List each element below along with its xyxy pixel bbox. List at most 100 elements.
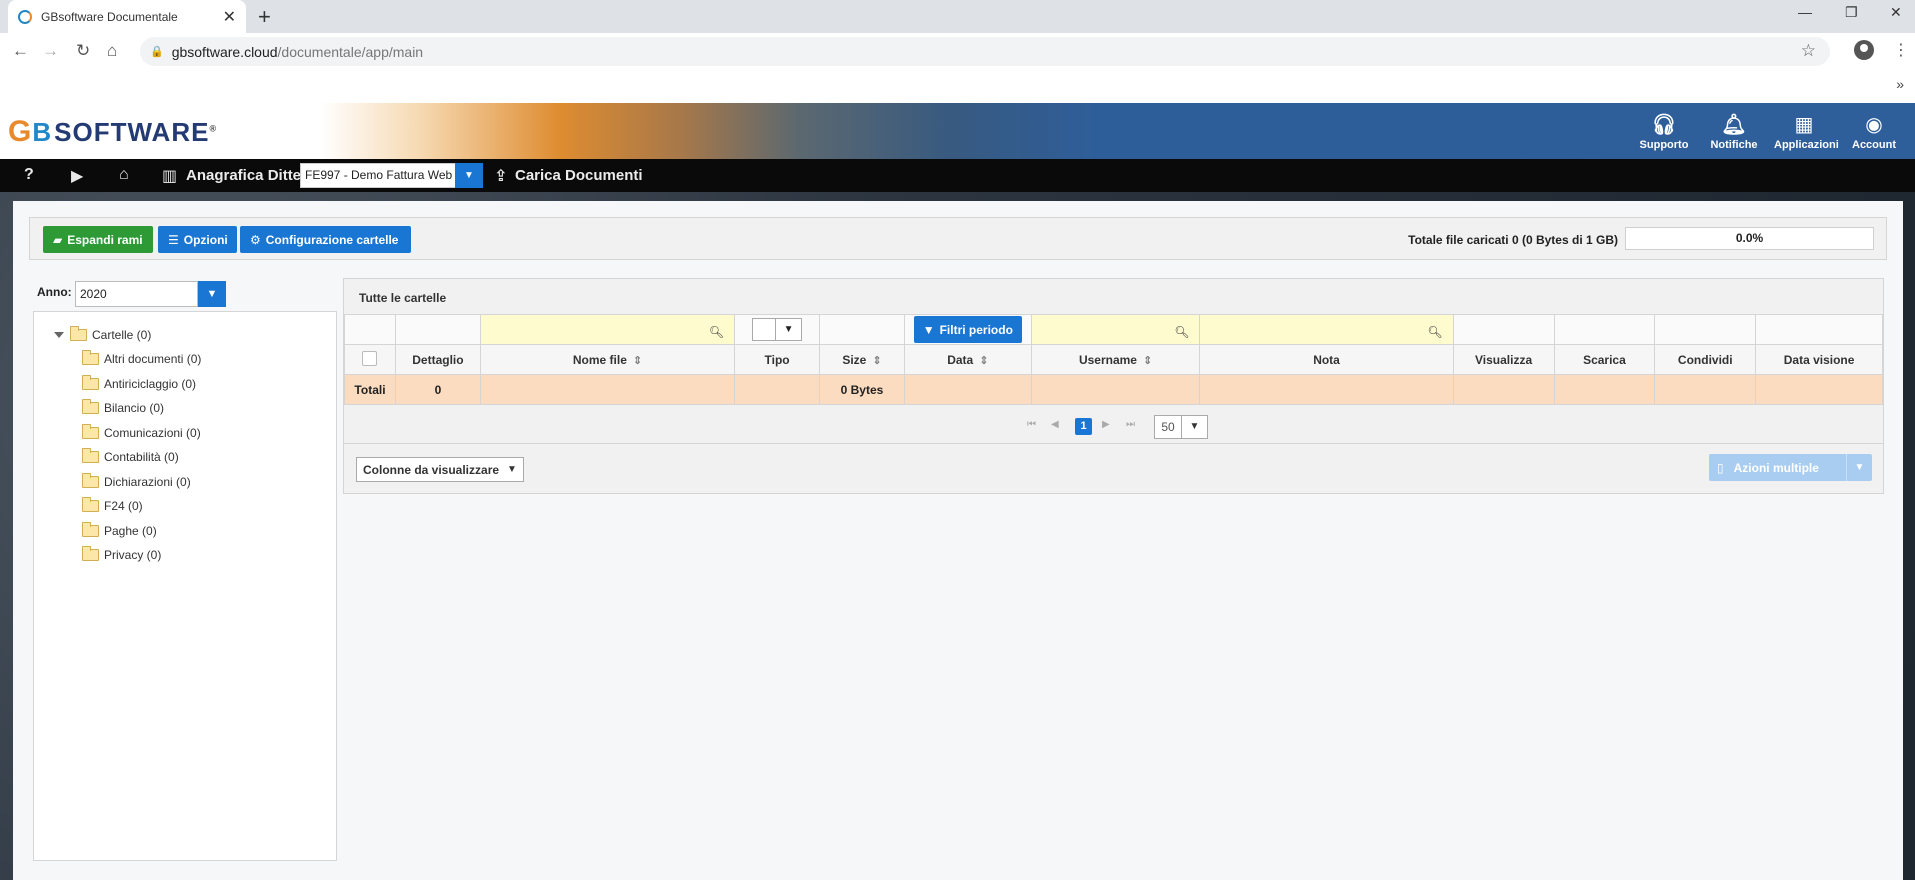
filtri-periodo-label: Filtri periodo xyxy=(939,322,1013,337)
tree-item-label: Privacy (0) xyxy=(104,548,162,562)
nome-file-filter[interactable]: 🔍︎ xyxy=(479,314,736,345)
page-size-select[interactable]: 50 ▼ xyxy=(1154,415,1208,439)
sort-icon[interactable]: ⇕ xyxy=(633,355,642,367)
tree-item-paghe[interactable]: Paghe (0) xyxy=(82,522,157,538)
col-nome-file-label: Nome file xyxy=(572,352,627,367)
new-tab-icon[interactable]: + xyxy=(258,4,271,30)
browser-tab[interactable]: GBsoftware Documentale ✕ xyxy=(8,0,246,33)
home-app-icon[interactable]: ⌂ xyxy=(119,166,129,184)
sort-icon[interactable]: ⇕ xyxy=(872,355,881,367)
last-page-icon[interactable]: ⏭ xyxy=(1126,419,1135,430)
tipo-filter-select[interactable]: ▼ xyxy=(752,318,803,341)
colonne-da-visualizzare-button[interactable]: Colonne da visualizzare ▼ xyxy=(356,457,524,482)
carica-documenti-link[interactable]: Carica Documenti xyxy=(515,167,643,184)
browser-tabbar: GBsoftware Documentale ✕ + — ❐ ✕ xyxy=(0,0,1915,33)
folder-icon xyxy=(82,473,99,488)
search-icon[interactable]: 🔍︎ xyxy=(1427,325,1442,339)
bookmark-star-icon[interactable]: ☆ xyxy=(1801,41,1816,61)
close-tab-icon[interactable]: ✕ xyxy=(223,7,236,27)
search-icon[interactable]: 🔍︎ xyxy=(1174,325,1189,339)
tree-item-antiriciclaggio[interactable]: Antiriciclaggio (0) xyxy=(82,375,196,391)
tree-item-f24[interactable]: F24 (0) xyxy=(82,497,143,513)
help-icon[interactable]: ? xyxy=(24,166,34,184)
espandi-rami-button[interactable]: ▰ Espandi rami xyxy=(43,226,153,253)
filtri-periodo-button[interactable]: ▼ Filtri periodo xyxy=(913,316,1022,343)
url-bar[interactable]: 🔒 gbsoftware.cloud/documentale/app/main … xyxy=(140,37,1830,66)
tree-item-bilancio[interactable]: Bilancio (0) xyxy=(82,399,164,415)
filter-icon: ▼ xyxy=(922,322,935,337)
ditta-dropdown-button[interactable]: ▼ xyxy=(455,163,483,188)
grid-icon: ▦ xyxy=(1794,114,1814,136)
reload-icon[interactable]: ↻ xyxy=(76,41,90,61)
nota-filter[interactable]: 🔍︎ xyxy=(1199,314,1454,345)
tree-item-comunicazioni[interactable]: Comunicazioni (0) xyxy=(82,424,201,440)
more-bookmarks-icon[interactable]: » xyxy=(1896,76,1904,92)
back-icon[interactable]: ← xyxy=(12,41,29,61)
current-page[interactable]: 1 xyxy=(1075,418,1092,435)
home-icon[interactable]: ⌂ xyxy=(107,41,117,61)
anno-select[interactable]: 2020 xyxy=(75,281,198,307)
tree-root[interactable]: Cartelle (0) xyxy=(54,326,152,342)
filter-row: 🔍︎ ▼ ▼ Filtri periodo 🔍︎ 🔍︎ xyxy=(344,314,1883,345)
chevron-down-icon: ▼ xyxy=(775,319,801,340)
tree-item-dichiarazioni[interactable]: Dichiarazioni (0) xyxy=(82,473,191,489)
select-all-checkbox[interactable] xyxy=(362,350,378,366)
header-row: Dettaglio Nome file ⇕ Tipo Size ⇕ Data ⇕ Us… xyxy=(344,344,1883,375)
col-username[interactable]: Username ⇕ xyxy=(1030,344,1201,375)
azioni-multiple-button[interactable]: ▯ Azioni multiple ▼ xyxy=(1709,454,1872,481)
headset-icon: 🎧︎ xyxy=(1651,114,1677,136)
storage-usage-percent: 0.0% xyxy=(1735,231,1764,245)
applicazioni-button[interactable]: ▦ Applicazioni xyxy=(1774,111,1839,151)
tree-item-altri-documenti[interactable]: Altri documenti (0) xyxy=(82,350,201,366)
first-page-icon[interactable]: ⏮ xyxy=(1027,419,1036,430)
prev-page-icon[interactable]: ◀ xyxy=(1051,419,1059,430)
gbsoftware-logo[interactable]: GBSOFTWARE® xyxy=(8,115,217,149)
tree-item-privacy[interactable]: Privacy (0) xyxy=(82,546,162,562)
tree-root-label: Cartelle (0) xyxy=(92,328,152,342)
username-filter[interactable]: 🔍︎ xyxy=(1030,314,1201,345)
col-size-label: Size xyxy=(842,352,867,367)
account-label: Account xyxy=(1852,139,1896,151)
bookmarks-bar: » xyxy=(0,70,1915,103)
lock-icon: 🔒 xyxy=(150,46,164,58)
address-bar-row: ← → ↻ ⌂ 🔒 gbsoftware.cloud/documentale/a… xyxy=(0,33,1915,70)
sort-icon[interactable]: ⇕ xyxy=(1143,355,1152,367)
gear-icon: ⚙ xyxy=(250,232,261,247)
browser-profile-icon[interactable] xyxy=(1854,40,1874,60)
anagrafica-ditte-link[interactable]: Anagrafica Ditte xyxy=(186,167,301,184)
expand-caret-icon[interactable] xyxy=(54,332,64,338)
tipo-filter[interactable]: ▼ xyxy=(734,314,821,345)
account-button[interactable]: ◉ Account xyxy=(1844,111,1904,151)
anno-dropdown-button[interactable]: ▼ xyxy=(198,281,226,307)
supporto-button[interactable]: 🎧︎ Supporto xyxy=(1634,111,1694,151)
col-nota: Nota xyxy=(1199,344,1454,375)
col-data[interactable]: Data ⇕ xyxy=(903,344,1032,375)
sort-icon[interactable]: ⇕ xyxy=(979,355,988,367)
totals-row: Totali 0 0 Bytes xyxy=(344,374,1883,405)
search-icon[interactable]: 🔍︎ xyxy=(709,325,724,339)
restore-icon[interactable]: ❐ xyxy=(1845,4,1858,21)
next-page-icon[interactable]: ▶ xyxy=(1102,419,1110,430)
folder-icon xyxy=(70,326,87,341)
notifiche-button[interactable]: 🔔︎ Notifiche xyxy=(1704,111,1764,151)
chevron-down-icon: ▼ xyxy=(507,464,517,475)
folder-icon xyxy=(82,399,99,414)
forward-icon[interactable]: → xyxy=(42,41,59,61)
configurazione-cartelle-button[interactable]: ⚙ Configurazione cartelle xyxy=(240,226,411,253)
browser-menu-icon[interactable]: ⋮ xyxy=(1893,40,1909,60)
chevron-down-icon[interactable]: ▼ xyxy=(1846,454,1872,481)
opzioni-button[interactable]: ☰ Opzioni xyxy=(158,226,237,253)
folder-tree: Cartelle (0) Altri documenti (0) Antiric… xyxy=(33,311,337,861)
folder-icon xyxy=(82,375,99,390)
site-favicon-icon xyxy=(18,9,32,24)
col-data-label: Data xyxy=(947,352,974,367)
tree-item-contabilita[interactable]: Contabilità (0) xyxy=(82,448,179,464)
minimize-icon[interactable]: — xyxy=(1798,4,1812,20)
col-nome-file[interactable]: Nome file ⇕ xyxy=(479,344,736,375)
col-visualizza: Visualizza xyxy=(1452,344,1555,375)
close-window-icon[interactable]: ✕ xyxy=(1890,4,1902,21)
video-icon[interactable]: ▶ xyxy=(71,166,83,186)
col-size[interactable]: Size ⇕ xyxy=(819,344,905,375)
applicazioni-label: Applicazioni xyxy=(1774,139,1839,151)
file-icon: ▯ xyxy=(1717,460,1724,475)
